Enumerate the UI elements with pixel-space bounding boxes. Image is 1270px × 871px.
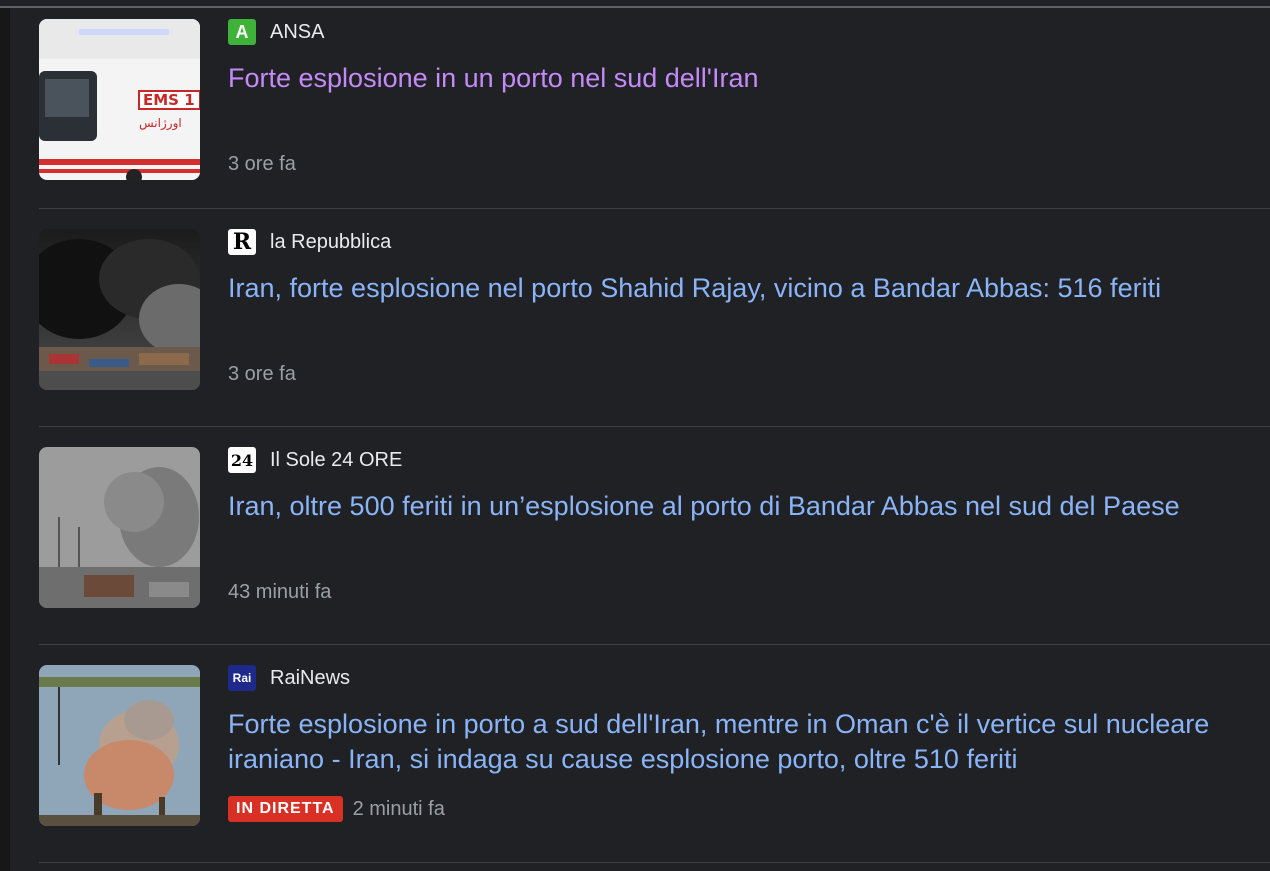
article-source[interactable]: 24 Il Sole 24 ORE: [228, 447, 1260, 473]
live-badge: IN DIRETTA: [228, 796, 343, 822]
news-article[interactable]: EMS 1 اورژانس A ANSA Forte esplosione in…: [39, 8, 1270, 209]
article-content: R la Repubblica Iran, forte esplosione n…: [228, 229, 1260, 390]
article-thumbnail[interactable]: EMS 1 اورژانس: [39, 19, 200, 180]
news-article[interactable]: 24 Il Sole 24 ORE Iran, oltre 500 feriti…: [39, 427, 1270, 645]
repubblica-logo-icon: R: [228, 229, 256, 255]
publish-time: 3 ore fa: [228, 363, 296, 385]
article-source[interactable]: R la Repubblica: [228, 229, 1260, 255]
publish-time: 43 minuti fa: [228, 581, 332, 603]
publish-time: 3 ore fa: [228, 153, 296, 175]
article-meta: IN DIRETTA 2 minuti fa: [228, 796, 445, 822]
article-content: A ANSA Forte esplosione in un porto nel …: [228, 19, 1260, 180]
ansa-logo-icon: A: [228, 19, 256, 45]
left-rail: [0, 8, 10, 871]
article-thumbnail[interactable]: [39, 665, 200, 826]
article-meta: 3 ore fa: [228, 153, 296, 176]
news-article[interactable]: R la Repubblica Iran, forte esplosione n…: [39, 209, 1270, 427]
publish-time: 2 minuti fa: [352, 797, 445, 820]
article-headline[interactable]: Iran, forte esplosione nel porto Shahid …: [228, 271, 1260, 306]
news-article[interactable]: Rai RaiNews Forte esplosione in porto a …: [39, 645, 1270, 863]
article-meta: 3 ore fa: [228, 363, 296, 386]
article-thumbnail[interactable]: [39, 229, 200, 390]
article-meta: 43 minuti fa: [228, 581, 331, 604]
article-source[interactable]: A ANSA: [228, 19, 1260, 45]
sole24ore-logo-icon: 24: [228, 447, 256, 473]
thumb-ems-text: EMS 1: [143, 91, 195, 109]
source-name[interactable]: la Repubblica: [270, 231, 391, 254]
source-name[interactable]: Il Sole 24 ORE: [270, 449, 402, 472]
rainews-logo-icon: Rai: [228, 665, 256, 691]
article-content: Rai RaiNews Forte esplosione in porto a …: [228, 665, 1260, 826]
svg-text:اورژانس: اورژانس: [139, 116, 182, 131]
source-name[interactable]: ANSA: [270, 21, 324, 44]
article-headline[interactable]: Forte esplosione in porto a sud dell'Ira…: [228, 707, 1260, 777]
article-headline[interactable]: Iran, oltre 500 feriti in un’esplosione …: [228, 489, 1260, 524]
article-thumbnail[interactable]: [39, 447, 200, 608]
news-feed: EMS 1 اورژانس A ANSA Forte esplosione in…: [39, 8, 1270, 863]
article-content: 24 Il Sole 24 ORE Iran, oltre 500 feriti…: [228, 447, 1260, 608]
article-source[interactable]: Rai RaiNews: [228, 665, 1260, 691]
top-divider: [0, 0, 1270, 8]
source-name[interactable]: RaiNews: [270, 667, 350, 690]
article-headline[interactable]: Forte esplosione in un porto nel sud del…: [228, 61, 1260, 96]
